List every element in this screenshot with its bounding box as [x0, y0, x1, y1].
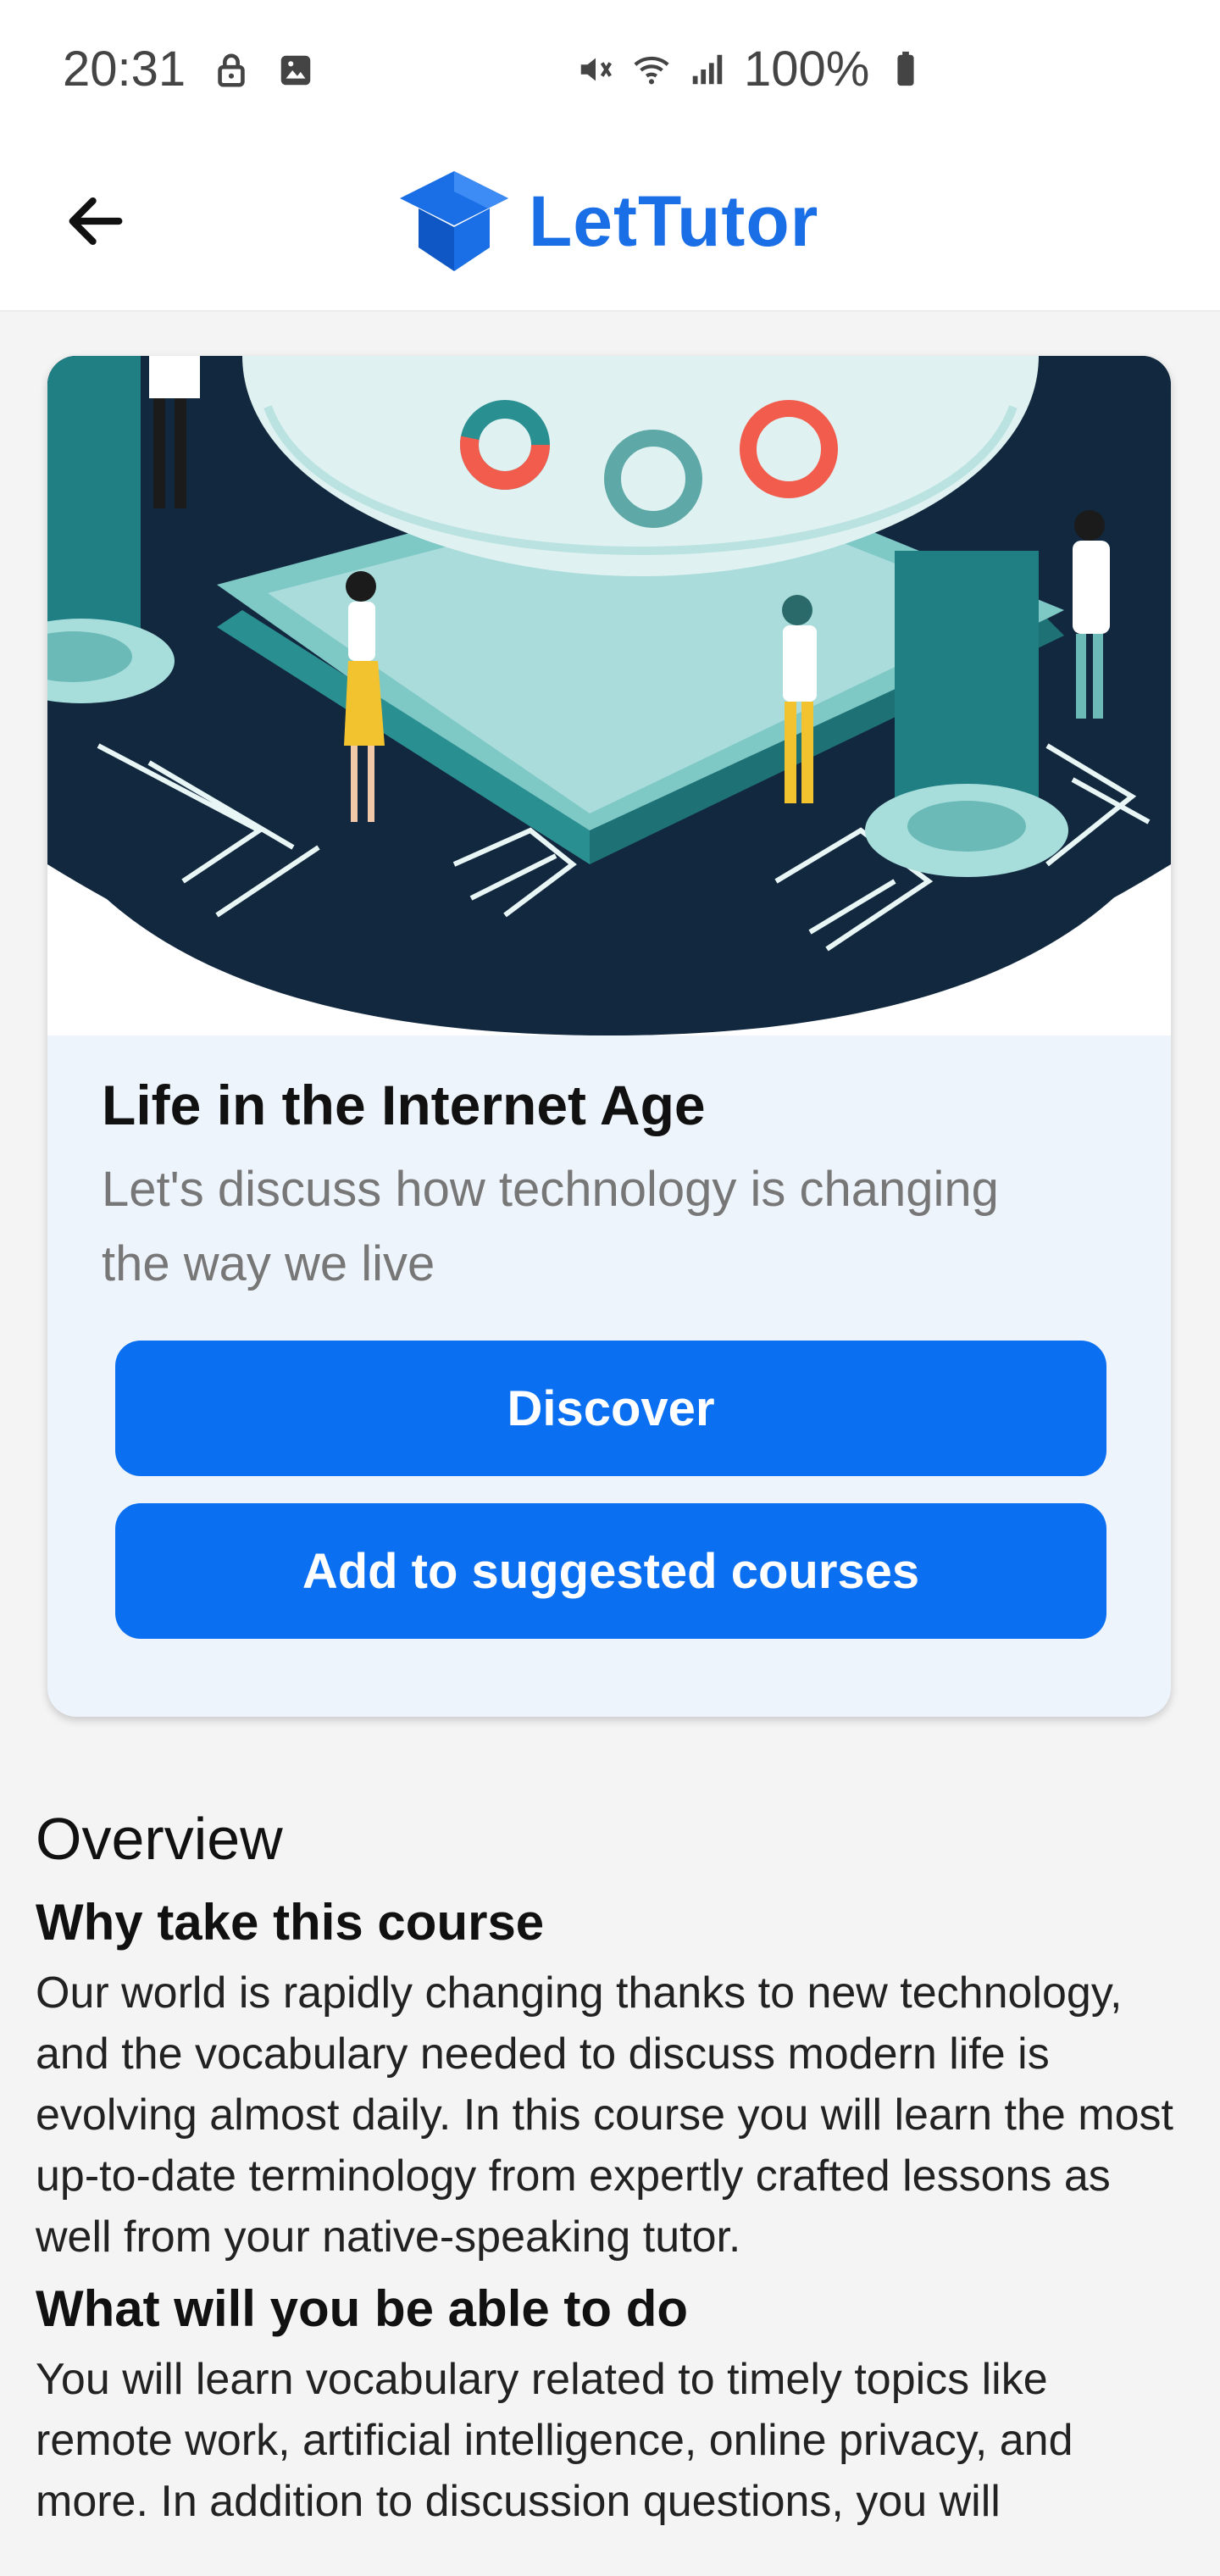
graduation-cap-icon	[400, 171, 508, 271]
course-card: Life in the Internet Age Let's discuss h…	[47, 356, 1171, 1717]
why-take-course-text: Our world is rapidly changing thanks to …	[36, 1968, 1173, 2262]
able-to-do-heading: What will you be able to do	[36, 2280, 689, 2337]
arrow-left-icon[interactable]	[61, 186, 130, 256]
discover-button[interactable]: Discover	[115, 1341, 1106, 1476]
app-logo: LetTutor	[395, 166, 818, 276]
overview-section: Overview Why take this course Our world …	[36, 1805, 1188, 2540]
course-description: Let's discuss how technology is changing…	[102, 1162, 999, 1291]
status-bar: 20:31 100%	[0, 0, 1220, 144]
battery-icon	[897, 51, 914, 86]
course-hero-image	[47, 356, 1171, 1035]
lock-icon	[218, 53, 245, 87]
image-icon	[280, 55, 311, 86]
battery-percent: 100%	[744, 42, 870, 97]
why-take-course-heading: Why take this course	[36, 1894, 545, 1951]
wifi-icon	[634, 56, 669, 84]
logo-text: LetTutor	[529, 180, 819, 261]
able-to-do-text: You will learn vocabulary related to tim…	[36, 2355, 1073, 2526]
status-right: 100%	[576, 41, 925, 97]
mute-icon	[580, 58, 613, 80]
signal-icon	[692, 54, 723, 84]
app-bar: LetTutor	[0, 144, 1220, 312]
course-title: Life in the Internet Age	[102, 1074, 706, 1136]
status-time: 20:31	[63, 42, 186, 97]
overview-heading: Overview	[36, 1806, 283, 1872]
add-to-suggested-courses-button[interactable]: Add to suggested courses	[115, 1503, 1106, 1639]
status-left-icons	[212, 51, 315, 90]
